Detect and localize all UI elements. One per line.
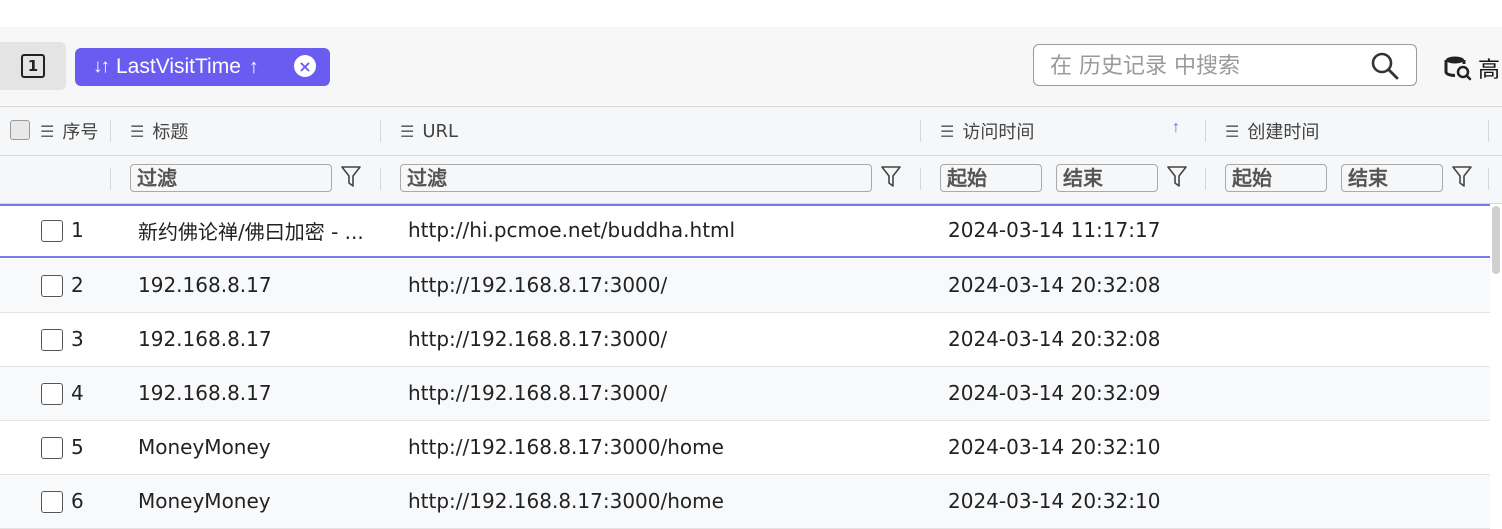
column-header-visit-time[interactable]: ☰ 访问时间 (940, 107, 1034, 155)
column-menu-icon: ☰ (940, 121, 955, 141)
row-checkbox[interactable] (41, 329, 63, 351)
table-filter-row (0, 156, 1502, 204)
visit-time-end-input[interactable] (1056, 164, 1158, 192)
vertical-scrollbar[interactable] (1492, 206, 1500, 274)
table-row[interactable]: 3 192.168.8.17 http://192.168.8.17:3000/… (0, 313, 1490, 367)
divider (380, 168, 381, 190)
column-label: 访问时间 (962, 122, 1035, 143)
divider (110, 168, 111, 190)
column-header-url[interactable]: ☰ URL (400, 107, 458, 155)
filter-icon[interactable] (1167, 166, 1187, 188)
table-row[interactable]: 5 MoneyMoney http://192.168.8.17:3000/ho… (0, 421, 1490, 475)
row-index: 5 (71, 435, 84, 459)
create-time-start-input[interactable] (1225, 164, 1327, 192)
row-index: 6 (71, 489, 84, 513)
filter-icon[interactable] (881, 166, 901, 188)
row-checkbox[interactable] (41, 491, 63, 513)
sort-icon: ↓↑ (93, 56, 110, 77)
divider (110, 120, 111, 142)
database-search-icon (1444, 56, 1472, 81)
select-all-checkbox[interactable] (10, 120, 30, 140)
table-row[interactable]: 6 MoneyMoney http://192.168.8.17:3000/ho… (0, 475, 1490, 529)
search-box (1033, 44, 1417, 86)
filter-icon[interactable] (341, 166, 361, 188)
row-checkbox[interactable] (41, 220, 63, 242)
sort-chip[interactable]: ↓↑ LastVisitTime ↑ × (75, 48, 330, 86)
column-menu-icon: ☰ (1225, 121, 1240, 141)
filter-icon[interactable] (1452, 166, 1472, 188)
row-url[interactable]: http://192.168.8.17:3000/ (408, 259, 667, 311)
row-visit-time: 2024-03-14 20:32:10 (948, 435, 1161, 459)
divider (380, 120, 381, 142)
divider (1205, 168, 1206, 190)
row-checkbox[interactable] (41, 383, 63, 405)
table-header-row: ☰ 序号 ☰ 标题 ☰ URL ☰ 访问时间 ↑ ☰ 创建时间 (0, 106, 1502, 156)
row-title: 192.168.8.17 (138, 273, 272, 297)
row-url[interactable]: http://192.168.8.17:3000/home (408, 475, 724, 527)
row-visit-time: 2024-03-14 11:17:17 (948, 218, 1161, 242)
page-indicator-button[interactable]: 1 (0, 42, 66, 90)
row-visit-time: 2024-03-14 20:32:08 (948, 273, 1161, 297)
divider (1488, 168, 1489, 190)
table-row[interactable]: 4 192.168.8.17 http://192.168.8.17:3000/… (0, 367, 1490, 421)
table-row[interactable]: 2 192.168.8.17 http://192.168.8.17:3000/… (0, 259, 1490, 313)
row-url[interactable]: http://192.168.8.17:3000/home (408, 421, 724, 473)
column-menu-icon: ☰ (40, 121, 55, 141)
row-index: 2 (71, 273, 84, 297)
row-index: 3 (71, 327, 84, 351)
column-label: URL (422, 120, 459, 142)
divider (1488, 120, 1489, 142)
create-time-end-input[interactable] (1341, 164, 1443, 192)
sort-asc-icon[interactable]: ↑ (1172, 119, 1180, 137)
search-input[interactable] (1048, 51, 1352, 81)
row-url[interactable]: http://192.168.8.17:3000/ (408, 313, 667, 365)
divider (920, 120, 921, 142)
column-menu-icon: ☰ (400, 121, 415, 141)
row-url[interactable]: http://hi.pcmoe.net/buddha.html (408, 204, 735, 256)
page-number: 1 (21, 54, 45, 78)
top-strip (0, 0, 1502, 27)
column-label: 序号 (62, 122, 99, 143)
column-menu-icon: ☰ (130, 121, 145, 141)
visit-time-start-input[interactable] (940, 164, 1042, 192)
row-checkbox[interactable] (41, 275, 63, 297)
row-title: 192.168.8.17 (138, 381, 272, 405)
sort-field-label: LastVisitTime (116, 55, 241, 78)
divider (920, 168, 921, 190)
row-title: 192.168.8.17 (138, 327, 272, 351)
column-header-title[interactable]: ☰ 标题 (130, 107, 188, 155)
column-header-index[interactable]: ☰ 序号 (40, 107, 98, 155)
advanced-label: 高 (1478, 58, 1501, 83)
row-checkbox[interactable] (41, 437, 63, 459)
row-index: 1 (71, 218, 84, 242)
remove-sort-icon[interactable]: × (294, 55, 316, 77)
column-label: 标题 (152, 122, 189, 143)
row-visit-time: 2024-03-14 20:32:08 (948, 327, 1161, 351)
row-title: MoneyMoney (138, 435, 271, 459)
row-title: 新约佛论禅/佛曰加密 - ... (138, 219, 364, 244)
row-url[interactable]: http://192.168.8.17:3000/ (408, 367, 667, 419)
title-filter-input[interactable] (130, 164, 332, 192)
row-visit-time: 2024-03-14 20:32:09 (948, 381, 1161, 405)
table-row[interactable]: 1 新约佛论禅/佛曰加密 - ... http://hi.pcmoe.net/b… (0, 204, 1490, 258)
row-title: MoneyMoney (138, 489, 271, 513)
sort-direction-icon: ↑ (248, 55, 259, 78)
search-icon[interactable] (1370, 51, 1400, 81)
column-label: 创建时间 (1247, 122, 1320, 143)
column-header-create-time[interactable]: ☰ 创建时间 (1225, 107, 1319, 155)
divider (1205, 120, 1206, 142)
row-visit-time: 2024-03-14 20:32:10 (948, 489, 1161, 513)
url-filter-input[interactable] (400, 164, 872, 192)
advanced-search-button[interactable]: 高 (1444, 52, 1500, 84)
row-index: 4 (71, 381, 84, 405)
